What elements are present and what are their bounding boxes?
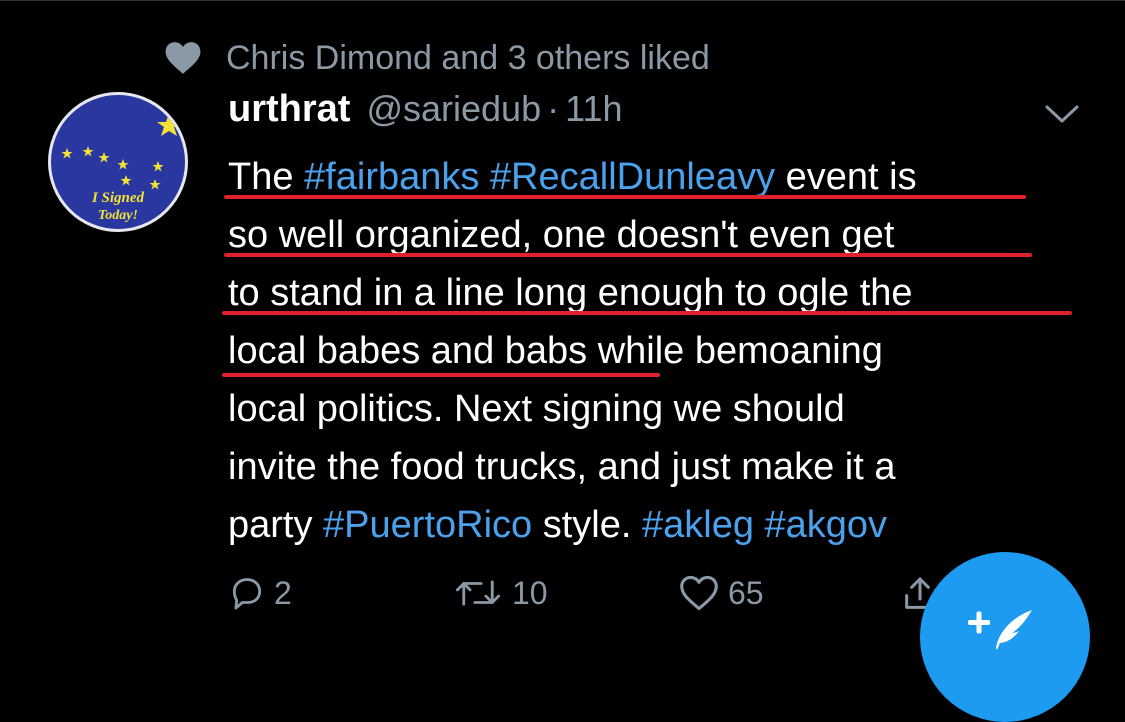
tweet-text-segment: event is: [775, 156, 917, 198]
compose-tweet-icon: [968, 610, 1032, 650]
tweet-text-segment: local politics. Next signing we should: [228, 388, 845, 430]
tweet-text: The #fairbanks #RecallDunleavy event is s…: [228, 148, 1088, 554]
tweet-text-segment: local babes and babs while bemoaning: [228, 330, 883, 372]
heart-icon: [165, 42, 201, 74]
like-heart-icon: [680, 575, 718, 611]
reply-count: 2: [274, 574, 292, 611]
retweet-icon: [455, 580, 501, 606]
tweet-time[interactable]: 11h: [565, 88, 622, 130]
separator-dot: ·: [547, 88, 560, 129]
social-context-text: Chris Dimond and 3 others liked: [226, 38, 710, 77]
avatar-text-line1: I Signed: [91, 190, 145, 206]
hashtag-link[interactable]: #fairbanks #RecallDunleavy: [304, 156, 775, 198]
tweet-text-line: local babes and babs while bemoaning: [228, 322, 1088, 380]
like-count: 65: [728, 574, 764, 611]
avatar[interactable]: I Signed Today!: [48, 92, 188, 232]
annotation-underline: [222, 373, 660, 377]
avatar-text-line2: Today!: [98, 208, 138, 223]
compose-tweet-button[interactable]: [920, 552, 1090, 722]
reply-button[interactable]: 2: [228, 574, 292, 612]
tweet-text-segment: invite the food trucks, and just make it…: [228, 446, 896, 488]
annotation-underline: [224, 253, 1032, 257]
chevron-down-icon[interactable]: [1044, 102, 1080, 126]
annotation-underline: [222, 311, 1072, 315]
tweet-text-segment: so well organized, one doesn't even get: [228, 214, 895, 256]
social-context[interactable]: Chris Dimond and 3 others liked: [164, 36, 710, 80]
tweet-text-segment: party: [228, 504, 324, 546]
reply-icon: [232, 578, 262, 610]
retweet-count: 10: [512, 574, 548, 611]
tweet-header: urthrat @sariedub · 11h: [228, 88, 623, 140]
tweet-text-segment: The: [228, 156, 305, 198]
retweet-button[interactable]: 10: [452, 574, 548, 612]
tweet-text-segment: style.: [532, 504, 642, 546]
tweet-text-line: party #PuertoRico style. #akleg #akgov: [228, 496, 1088, 554]
annotation-underline: [224, 195, 1026, 199]
hashtag-link[interactable]: #akleg #akgov: [642, 504, 887, 546]
tweet-text-line: invite the food trucks, and just make it…: [228, 438, 1088, 496]
hashtag-link[interactable]: #PuertoRico: [323, 504, 532, 546]
top-divider: [0, 0, 1125, 1]
like-button[interactable]: 65: [678, 574, 764, 612]
user-handle[interactable]: @sariedub: [366, 88, 541, 130]
display-name[interactable]: urthrat: [228, 88, 350, 131]
tweet-text-line: local politics. Next signing we should: [228, 380, 1088, 438]
tweet-text-segment: to stand in a line long enough to ogle t…: [228, 272, 913, 314]
